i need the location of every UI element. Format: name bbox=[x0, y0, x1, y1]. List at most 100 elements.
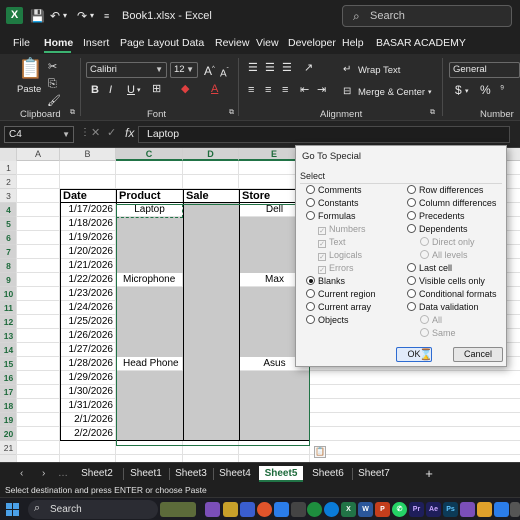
tab-basar-academy[interactable]: BASAR ACADEMY bbox=[376, 37, 466, 49]
option-constants[interactable]: Constants bbox=[306, 198, 359, 208]
option-column-differences[interactable]: Column differences bbox=[407, 198, 496, 208]
option-comments[interactable]: Comments bbox=[306, 185, 362, 195]
row-header-18[interactable]: 18 bbox=[0, 399, 17, 413]
row-header-5[interactable]: 5 bbox=[0, 217, 17, 231]
increase-indent-icon[interactable]: ⇥ bbox=[317, 84, 326, 96]
grow-font-button[interactable]: A^ bbox=[204, 63, 215, 77]
row-header-6[interactable]: 6 bbox=[0, 231, 17, 245]
table-cell-date[interactable]: 1/31/2026 bbox=[60, 399, 116, 413]
paste-label[interactable]: Paste bbox=[17, 84, 41, 95]
save-icon[interactable]: 💾 bbox=[30, 9, 45, 23]
table-header-cell[interactable]: Store bbox=[242, 189, 270, 203]
option-formulas[interactable]: Formulas bbox=[306, 211, 356, 221]
row-header-2[interactable]: 2 bbox=[0, 175, 17, 189]
column-header-b[interactable]: B bbox=[60, 148, 116, 161]
undo-icon[interactable]: ↶ bbox=[50, 9, 60, 23]
tab-insert[interactable]: Insert bbox=[83, 37, 109, 49]
undo-dropdown-icon[interactable]: ▾ bbox=[63, 9, 67, 23]
row-header-3[interactable]: 3 bbox=[0, 189, 17, 203]
clipboard-launcher-icon[interactable]: ⧉ bbox=[70, 109, 75, 117]
row-header-9[interactable]: 9 bbox=[0, 273, 17, 287]
redo-dropdown-icon[interactable]: ▾ bbox=[90, 9, 94, 23]
tab-developer[interactable]: Developer bbox=[288, 37, 336, 49]
sheet-tab-sheet4[interactable]: Sheet4 bbox=[213, 466, 257, 482]
option-last-cell[interactable]: Last cell bbox=[407, 263, 452, 273]
align-middle-icon[interactable]: ☰ bbox=[265, 62, 275, 74]
tab-help[interactable]: Help bbox=[342, 37, 364, 49]
table-cell-date[interactable]: 1/26/2026 bbox=[60, 329, 116, 343]
font-launcher-icon[interactable]: ⧉ bbox=[229, 109, 234, 117]
windows-start-icon[interactable] bbox=[6, 503, 19, 516]
table-cell-date[interactable]: 2/2/2026 bbox=[60, 427, 116, 441]
app-icon-violet[interactable] bbox=[460, 502, 475, 517]
option-current-array[interactable]: Current array bbox=[306, 302, 371, 312]
row-header-8[interactable]: 8 bbox=[0, 259, 17, 273]
row-header-16[interactable]: 16 bbox=[0, 371, 17, 385]
sheet-tab-sheet1[interactable]: Sheet1 bbox=[124, 466, 168, 482]
merge-center-button[interactable]: Merge & Center bbox=[358, 87, 425, 98]
row-header-1[interactable]: 1 bbox=[0, 161, 17, 175]
row-header-14[interactable]: 14 bbox=[0, 343, 17, 357]
tab-data[interactable]: Data bbox=[182, 37, 204, 49]
sheet-tab-sheet2[interactable]: Sheet2 bbox=[75, 466, 119, 482]
table-cell-date[interactable]: 2/1/2026 bbox=[60, 413, 116, 427]
table-header-cell[interactable]: Sale bbox=[186, 189, 209, 203]
orientation-icon[interactable]: ↗ bbox=[304, 62, 313, 74]
taskbar-search[interactable]: ⌕ Search bbox=[28, 500, 158, 519]
cancel-button[interactable]: Cancel bbox=[453, 347, 503, 362]
redo-icon[interactable]: ↷ bbox=[77, 9, 87, 23]
tab-file[interactable]: File bbox=[13, 37, 30, 49]
font-size-dropdown[interactable]: 12 ▼ bbox=[170, 62, 198, 78]
option-visible-cells-only[interactable]: Visible cells only bbox=[407, 276, 485, 286]
option-objects[interactable]: Objects bbox=[306, 315, 349, 325]
cut-icon[interactable]: ✂ bbox=[48, 61, 57, 73]
store-icon[interactable] bbox=[274, 502, 289, 517]
table-cell-date[interactable]: 1/30/2026 bbox=[60, 385, 116, 399]
align-bottom-icon[interactable]: ☰ bbox=[282, 62, 292, 74]
option-blanks[interactable]: Blanks bbox=[306, 276, 345, 286]
sheet-tab-sheet6[interactable]: Sheet6 bbox=[306, 466, 350, 482]
row-header-11[interactable]: 11 bbox=[0, 301, 17, 315]
table-cell-date[interactable]: 1/20/2026 bbox=[60, 245, 116, 259]
firefox-icon[interactable] bbox=[257, 502, 272, 517]
fill-color-icon[interactable]: ◆ bbox=[181, 83, 189, 95]
row-header-13[interactable]: 13 bbox=[0, 329, 17, 343]
option-row-differences[interactable]: Row differences bbox=[407, 185, 483, 195]
photoshop-icon[interactable]: Ps bbox=[443, 502, 458, 517]
excel-taskbar-icon[interactable]: X bbox=[341, 502, 356, 517]
row-header-7[interactable]: 7 bbox=[0, 245, 17, 259]
premiere-pro-icon[interactable]: Pr bbox=[409, 502, 424, 517]
sheet-tab-sheet5[interactable]: Sheet5 bbox=[259, 466, 303, 482]
powerpoint-taskbar-icon[interactable]: P bbox=[375, 502, 390, 517]
word-taskbar-icon[interactable]: W bbox=[358, 502, 373, 517]
row-header-17[interactable]: 17 bbox=[0, 385, 17, 399]
sheet-tab-sheet7[interactable]: Sheet7 bbox=[352, 466, 396, 482]
column-header-a[interactable]: A bbox=[17, 148, 60, 161]
whatsapp-icon[interactable]: ✆ bbox=[392, 502, 407, 517]
align-left-icon[interactable]: ≡ bbox=[248, 84, 254, 96]
option-current-region[interactable]: Current region bbox=[306, 289, 376, 299]
underline-button[interactable]: U bbox=[127, 84, 135, 96]
row-header-21[interactable]: 21 bbox=[0, 441, 17, 455]
bold-button[interactable]: B bbox=[91, 84, 99, 96]
copy-icon[interactable]: ⎘ bbox=[48, 78, 57, 90]
paste-icon[interactable]: 📋 bbox=[18, 58, 43, 80]
after-effects-icon[interactable]: Ae bbox=[426, 502, 441, 517]
percent-button[interactable]: % bbox=[480, 84, 491, 96]
chevron-down-icon[interactable]: ▾ bbox=[428, 87, 432, 99]
merge-center-icon[interactable]: ⊟ bbox=[343, 86, 351, 98]
chrome-icon[interactable] bbox=[307, 502, 322, 517]
cancel-entry-icon[interactable]: ✕ bbox=[91, 126, 100, 139]
widgets-icon[interactable] bbox=[160, 502, 196, 517]
app-icon-more[interactable] bbox=[510, 502, 520, 517]
table-cell-date[interactable]: 1/28/2026 bbox=[60, 357, 116, 371]
italic-button[interactable]: I bbox=[109, 84, 112, 96]
table-cell-date[interactable]: 1/23/2026 bbox=[60, 287, 116, 301]
table-cell-date[interactable]: 1/27/2026 bbox=[60, 343, 116, 357]
sheet-tab-sheet3[interactable]: Sheet3 bbox=[169, 466, 213, 482]
enter-entry-icon[interactable]: ✓ bbox=[107, 126, 116, 139]
format-painter-icon[interactable]: 🖌 bbox=[47, 95, 61, 107]
table-cell-date[interactable]: 1/24/2026 bbox=[60, 301, 116, 315]
app-icon-gray[interactable] bbox=[291, 502, 306, 517]
edge-icon[interactable] bbox=[324, 502, 339, 517]
